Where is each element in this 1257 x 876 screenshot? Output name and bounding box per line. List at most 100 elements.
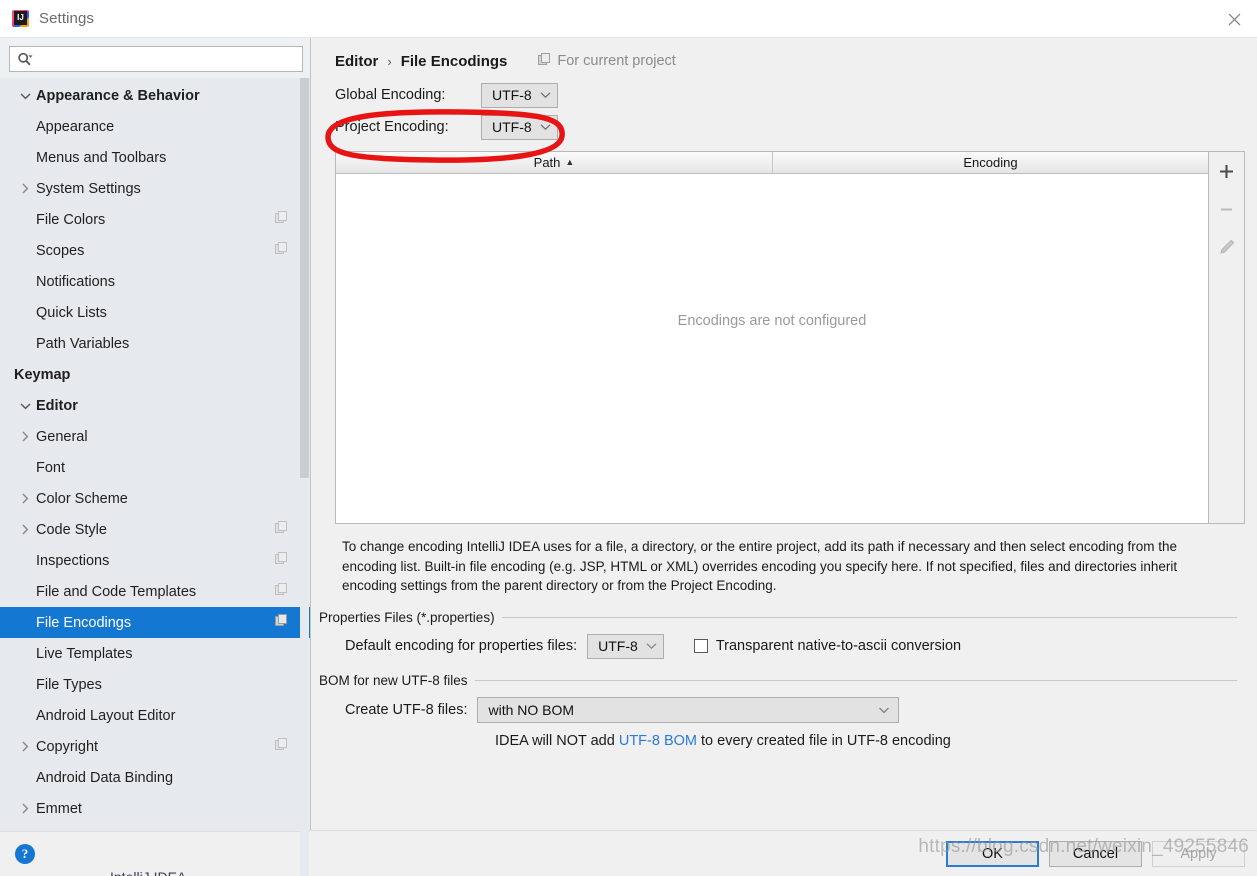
sidebar-item-keymap[interactable]: Keymap <box>0 359 310 390</box>
bom-note-suffix: to every created file in UTF-8 encoding <box>696 732 951 749</box>
breadcrumb-parent[interactable]: Editor <box>335 53 378 70</box>
sidebar-item-path-variables[interactable]: Path Variables <box>0 328 310 359</box>
sidebar-item-appearance-behavior[interactable]: Appearance & Behavior <box>0 80 310 111</box>
sidebar-item-code-style[interactable]: Code Style <box>0 514 310 545</box>
sidebar-item-file-colors[interactable]: File Colors <box>0 204 310 235</box>
edit-row-button[interactable] <box>1213 233 1241 261</box>
settings-tree[interactable]: Appearance & Behavior Appearance Menus and… <box>0 78 310 831</box>
sidebar-item-general[interactable]: General <box>0 421 310 452</box>
sidebar-item-menus-and-toolbars[interactable]: Menus and Toolbars <box>0 142 310 173</box>
bom-group-title: BOM for new UTF-8 files <box>319 672 468 688</box>
copy-icon <box>275 614 288 631</box>
search-box[interactable] <box>9 46 303 72</box>
chevron-right-icon[interactable] <box>14 183 36 194</box>
settings-dialog: Settings Appearance & <box>0 0 1257 876</box>
project-encoding-label: Project Encoding: <box>335 119 449 135</box>
sidebar-item-font[interactable]: Font <box>0 452 310 483</box>
sidebar-item-label: General <box>36 428 88 445</box>
create-utf8-files-label: Create UTF-8 files: <box>345 701 468 718</box>
properties-files-group-title: Properties Files (*.properties) <box>319 609 495 625</box>
sidebar-item-label: Appearance <box>36 118 115 135</box>
table-body[interactable]: Encodings are not configured <box>336 174 1208 523</box>
sidebar-item-notifications[interactable]: Notifications <box>0 266 310 297</box>
description-text: To change encoding IntelliJ IDEA uses fo… <box>342 539 1178 593</box>
group-divider <box>501 616 1237 618</box>
breadcrumb: Editor › File Encodings For current proj… <box>317 44 1247 78</box>
project-encoding-value: UTF-8 <box>492 119 532 135</box>
sidebar-item-android-layout-editor[interactable]: Android Layout Editor <box>0 700 310 731</box>
chevron-right-icon[interactable] <box>14 524 36 535</box>
sidebar-item-label: Quick Lists <box>36 304 107 321</box>
create-utf8-files-dropdown[interactable]: with NO BOM <box>477 696 900 723</box>
native-to-ascii-checkbox[interactable] <box>693 639 708 653</box>
search-input[interactable] <box>33 51 302 67</box>
chevron-right-icon[interactable] <box>14 741 36 752</box>
sidebar-item-label: Android Layout Editor <box>36 707 176 724</box>
sidebar-item-file-and-code-templates[interactable]: File and Code Templates <box>0 576 310 607</box>
column-header-encoding-label: Encoding <box>963 155 1018 170</box>
sidebar-item-label: Menus and Toolbars <box>36 149 167 166</box>
sidebar-item-label: File Types <box>36 676 102 693</box>
sidebar-item-editor[interactable]: Editor <box>0 390 310 421</box>
sidebar-item-android-data-binding[interactable]: Android Data Binding <box>0 762 310 793</box>
sidebar-item-file-encodings[interactable]: File Encodings <box>0 607 310 638</box>
sidebar-item-emmet[interactable]: Emmet <box>0 793 310 824</box>
sidebar-item-system-settings[interactable]: System Settings <box>0 173 310 204</box>
default-properties-encoding-dropdown[interactable]: UTF-8 <box>587 633 664 659</box>
chevron-down-icon[interactable] <box>14 92 36 100</box>
help-button[interactable]: ? <box>15 844 35 864</box>
sidebar-item-label: Inspections <box>36 552 110 569</box>
sidebar-item-scopes[interactable]: Scopes <box>0 235 310 266</box>
column-header-path[interactable]: Path ▲ <box>336 152 772 173</box>
sidebar-item-copyright[interactable]: Copyright <box>0 731 310 762</box>
copy-icon <box>275 583 288 600</box>
chevron-down-icon <box>878 706 890 714</box>
native-to-ascii-label: Transparent native-to-ascii conversion <box>715 638 962 654</box>
table-header-row: Path ▲ Encoding <box>336 152 1208 174</box>
add-row-button[interactable] <box>1213 157 1241 185</box>
bom-note-prefix: IDEA will NOT add <box>495 732 619 749</box>
encodings-table-area: Path ▲ Encoding Encodings are not config… <box>335 151 1245 524</box>
ok-button[interactable]: OK <box>946 840 1039 867</box>
sidebar-item-color-scheme[interactable]: Color Scheme <box>0 483 310 514</box>
sidebar-item-label: Path Variables <box>36 335 130 352</box>
sidebar-item-live-templates[interactable]: Live Templates <box>0 638 310 669</box>
remove-row-button[interactable] <box>1213 195 1241 223</box>
chevron-down-icon[interactable] <box>14 402 36 410</box>
sidebar-item-label: File and Code Templates <box>36 583 197 600</box>
window-titlebar: Settings <box>0 0 1257 38</box>
chevron-right-icon[interactable] <box>14 493 36 504</box>
sidebar-item-inspections[interactable]: Inspections <box>0 545 310 576</box>
sidebar-item-label: Editor <box>36 397 78 414</box>
bom-note: IDEA will NOT add UTF-8 BOM to every cre… <box>319 733 1237 749</box>
chevron-right-icon[interactable] <box>14 431 36 442</box>
search-icon <box>17 52 33 67</box>
sidebar-item-label: Live Templates <box>36 645 133 662</box>
breadcrumb-separator: › <box>387 53 392 69</box>
copy-icon <box>275 242 288 259</box>
chevron-right-icon[interactable] <box>14 803 36 814</box>
chevron-down-icon <box>540 91 551 99</box>
properties-files-group-body: Default encoding for properties files: U… <box>319 633 1237 659</box>
utf8-bom-link[interactable]: UTF-8 BOM <box>619 733 697 749</box>
sidebar-scrollbar-thumb[interactable] <box>300 78 309 478</box>
copy-icon <box>275 552 288 569</box>
sidebar-item-quick-lists[interactable]: Quick Lists <box>0 297 310 328</box>
project-encoding-dropdown[interactable]: UTF-8 <box>481 114 558 140</box>
native-to-ascii-checkbox-wrap[interactable]: Transparent native-to-ascii conversion <box>693 638 962 654</box>
copy-icon <box>275 521 288 538</box>
group-divider <box>474 679 1237 681</box>
encodings-table: Path ▲ Encoding Encodings are not config… <box>335 151 1209 524</box>
column-header-encoding[interactable]: Encoding <box>772 152 1208 173</box>
close-icon[interactable] <box>1211 0 1257 38</box>
intellij-idea-icon <box>12 10 29 27</box>
sidebar-item-appearance[interactable]: Appearance <box>0 111 310 142</box>
global-encoding-dropdown[interactable]: UTF-8 <box>481 82 558 108</box>
sidebar-item-label: Scopes <box>36 242 85 259</box>
sidebar-item-file-types[interactable]: File Types <box>0 669 310 700</box>
bom-group-body: Create UTF-8 files: with NO BOM <box>319 696 1237 723</box>
sidebar-item-label: Notifications <box>36 273 115 290</box>
cancel-button[interactable]: Cancel <box>1049 840 1142 867</box>
apply-button[interactable]: Apply <box>1152 840 1245 867</box>
sidebar-scrollbar[interactable] <box>300 78 309 876</box>
